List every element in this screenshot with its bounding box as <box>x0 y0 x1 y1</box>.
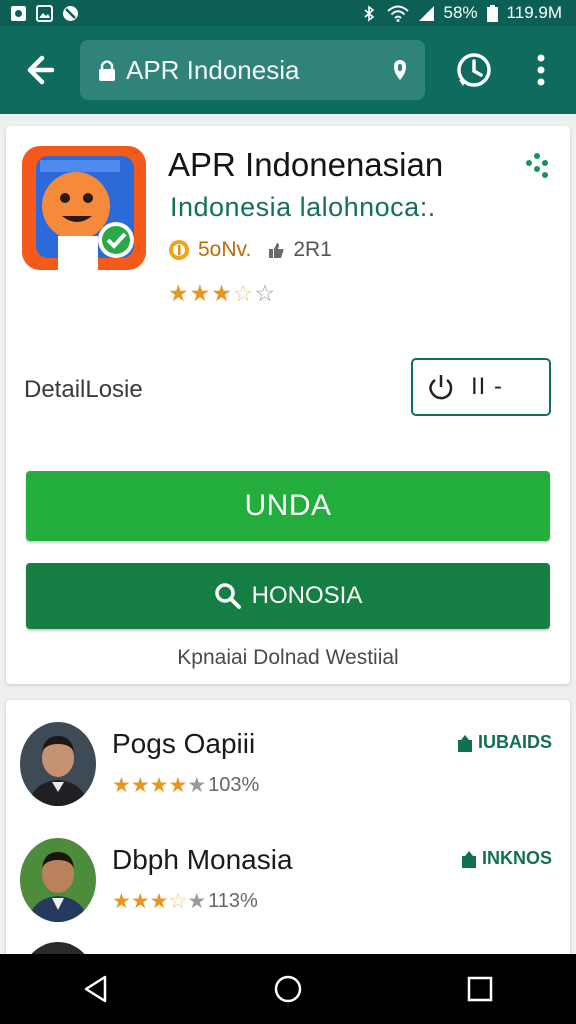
history-icon[interactable] <box>454 50 494 90</box>
url-field[interactable]: APR Indonesia <box>80 40 425 100</box>
star-icon: ★ <box>149 774 169 797</box>
app-title: APR Indonenasian <box>168 146 444 183</box>
list-item[interactable]: Pogs Oapiii ★ ★ ★ ★ ★ 103% IUBAIDS <box>6 720 570 820</box>
status-badge[interactable]: IUBAIDS <box>456 732 552 753</box>
reviewer-name: Dbph Monasia <box>112 844 293 875</box>
app-bar: APR Indonesia <box>0 26 576 114</box>
nav-recents-button[interactable] <box>460 969 500 1009</box>
url-text: APR Indonesia <box>126 54 300 85</box>
app-rating-stars: ★ ★ ★ ☆ ☆ <box>168 282 275 305</box>
list-item[interactable]: Dbph Monasia ★ ★ ★ ☆ ★ 113% INKNOS <box>6 836 570 936</box>
search-icon <box>214 583 241 609</box>
star-icon: ★ <box>149 890 169 913</box>
star-icon: ★ <box>168 280 189 306</box>
star-icon: ★ <box>189 280 211 306</box>
nav-recents-icon <box>467 976 493 1002</box>
image-notification-icon <box>36 4 53 22</box>
avatar <box>20 722 96 806</box>
install-button[interactable]: UNDA <box>26 471 550 541</box>
rating-percent: 113% <box>208 890 258 912</box>
coin-icon <box>169 240 189 260</box>
reviewer-name: Pogs Oapiii <box>112 728 256 759</box>
app-subtitle: Indonesia lalohnoca:. <box>170 192 436 222</box>
empty-star-icon: ★ <box>187 774 207 797</box>
download-badge-icon <box>457 734 472 752</box>
empty-star-icon: ☆ <box>254 280 276 306</box>
reviewer-rating: ★ ★ ★ ★ ★ 103% <box>112 774 259 797</box>
wifi-icon <box>386 5 409 22</box>
status-badge[interactable]: INKNOS <box>460 848 552 869</box>
download-badge-icon <box>461 850 476 868</box>
more-options-icon[interactable] <box>526 50 556 90</box>
signal-icon <box>418 5 434 21</box>
status-bar: 58% 119.9M <box>0 0 576 26</box>
clock: 119.9M <box>506 3 562 22</box>
star-icon: ★ <box>130 890 150 913</box>
reviewers-card: Pogs Oapiii ★ ★ ★ ★ ★ 103% IUBAIDS Dbph … <box>6 700 570 960</box>
half-star-icon: ☆ <box>168 890 188 913</box>
app-meta: 5oNv. 2R1 <box>168 238 332 262</box>
share-dots-icon[interactable] <box>524 152 550 178</box>
nav-home-icon <box>274 975 302 1003</box>
nav-home-button[interactable] <box>268 969 308 1009</box>
reviewer-rating: ★ ★ ★ ☆ ★ 113% <box>112 890 258 913</box>
star-icon: ★ <box>112 890 131 913</box>
empty-star-icon: ★ <box>187 890 207 913</box>
bluetooth-icon <box>363 4 374 22</box>
status-icons-left <box>10 4 79 22</box>
half-star-icon: ☆ <box>232 280 254 306</box>
nav-back-button[interactable] <box>76 969 116 1009</box>
thumbs-up-icon <box>269 243 284 258</box>
search-button[interactable]: HONOSIA <box>26 563 550 629</box>
battery-percent: 58% <box>443 3 478 22</box>
lock-icon <box>99 60 115 81</box>
avatar <box>20 838 96 922</box>
battery-icon <box>486 4 498 22</box>
star-icon: ★ <box>211 280 232 306</box>
app-logo <box>22 146 146 270</box>
search-button-label: HONOSIA <box>251 582 363 609</box>
star-icon: ★ <box>168 774 188 797</box>
meta-votes: 2R1 <box>293 238 332 261</box>
star-icon: ★ <box>130 774 150 797</box>
back-arrow-icon[interactable] <box>18 50 58 90</box>
badge-label: INKNOS <box>481 848 552 868</box>
do-not-disturb-icon <box>63 5 78 21</box>
mic-icon[interactable] <box>389 58 411 82</box>
navigation-bar <box>0 954 576 1024</box>
footer-note: Kpnaiai Dolnad Westiial <box>177 646 399 669</box>
badge-label: IUBAIDS <box>477 732 552 752</box>
app-details-card: APR Indonenasian Indonesia lalohnoca:. 5… <box>6 126 570 684</box>
meta-count: 5oNv. <box>198 238 252 261</box>
details-toggle[interactable]: II - <box>411 358 551 416</box>
rating-percent: 103% <box>208 774 260 796</box>
toggle-label: II - <box>471 373 503 400</box>
status-icons-right: 58% 119.9M <box>361 3 562 23</box>
power-icon <box>429 375 453 400</box>
star-icon: ★ <box>112 774 131 797</box>
details-label: DetailLosie <box>24 376 143 403</box>
nav-back-icon <box>84 975 107 1003</box>
notification-app-icon <box>11 5 26 21</box>
